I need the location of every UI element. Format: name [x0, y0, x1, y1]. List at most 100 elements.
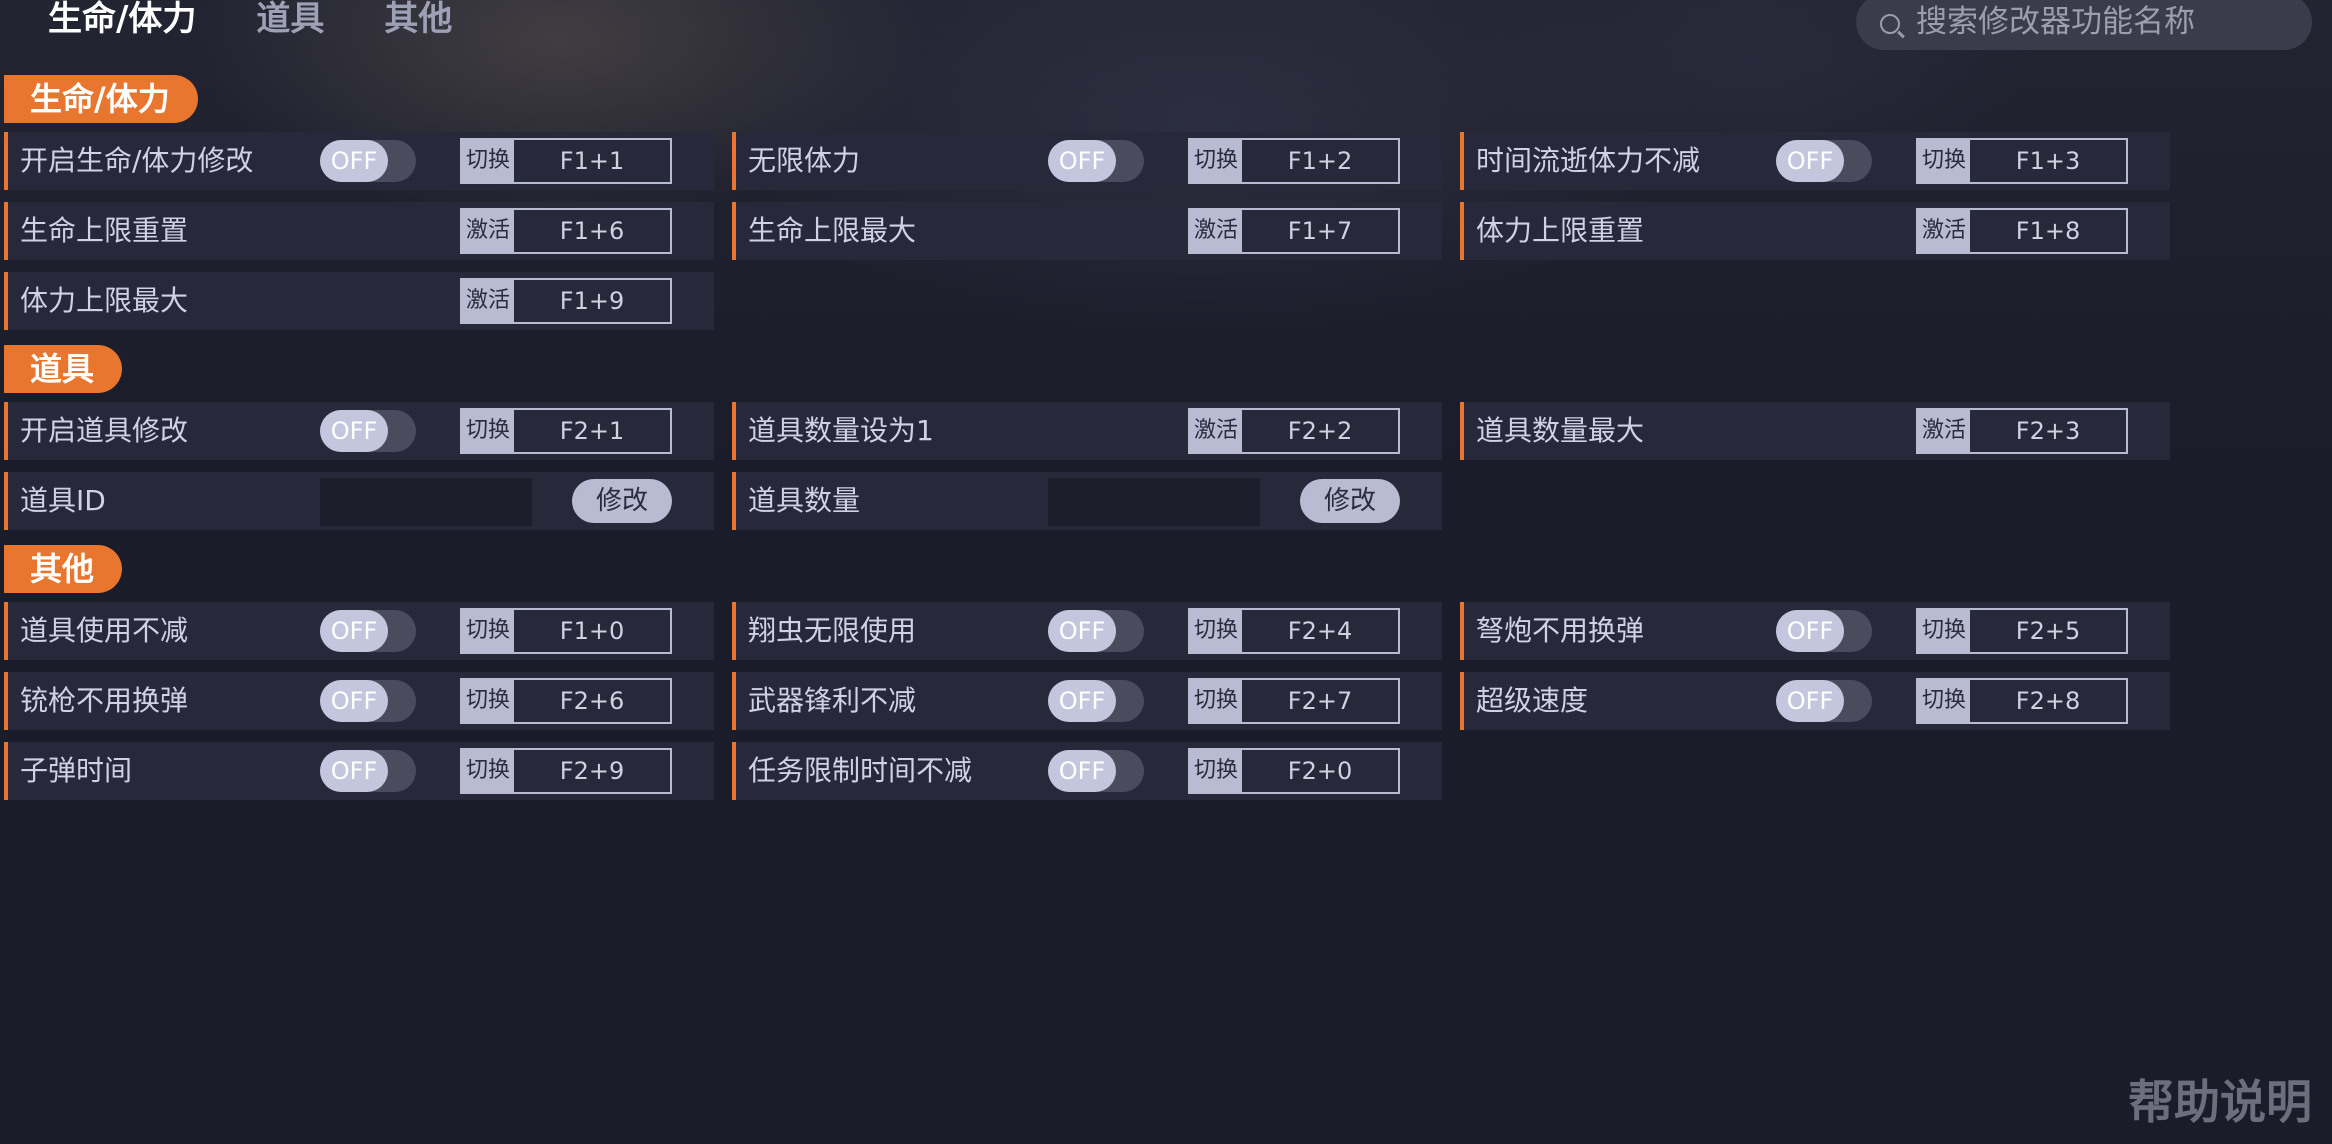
help-link[interactable]: 帮助说明	[2128, 1066, 2312, 1132]
cheat-label: 生命上限重置	[20, 214, 189, 247]
hotkey-activate-button[interactable]: 激活 F1+8	[1916, 208, 2128, 254]
value-input-box	[1048, 478, 1264, 528]
cheat-label: 生命上限最大	[748, 214, 917, 247]
hotkey-action-label: 切换	[462, 680, 514, 722]
cheat-row: 开启生命/体力修改 OFF 切换 F1+1	[4, 132, 714, 190]
hotkey-key-label: F1+9	[559, 287, 625, 315]
hotkey-activate-button[interactable]: 激活 F2+3	[1916, 408, 2128, 454]
modify-button[interactable]: 修改	[572, 479, 672, 523]
hotkey-action-label: 切换	[462, 750, 514, 792]
hotkey-switch-button[interactable]: 切换 F2+4	[1188, 608, 1400, 654]
hotkey-action-label: 切换	[1918, 680, 1970, 722]
hotkey-activate-button[interactable]: 激活 F1+7	[1188, 208, 1400, 254]
cheat-label: 子弹时间	[20, 754, 133, 787]
value-input-box	[320, 478, 536, 528]
hotkey-key-label: F2+6	[559, 687, 625, 715]
section-title-other: 其他	[4, 545, 123, 593]
toggle-switch[interactable]: OFF	[320, 410, 416, 452]
hotkey-action-label: 激活	[1918, 210, 1970, 252]
cheat-label: 开启道具修改	[20, 414, 189, 447]
hotkey-key-label: F1+0	[559, 617, 625, 645]
cheat-label: 体力上限重置	[1476, 214, 1645, 247]
value-input[interactable]	[320, 478, 536, 528]
cheat-row: 弩炮不用换弹 OFF 切换 F2+5	[1460, 602, 2170, 660]
hotkey-key-label: F1+7	[1287, 217, 1353, 245]
cheat-label: 道具数量设为1	[748, 414, 934, 447]
search-box[interactable]	[1856, 0, 2312, 50]
cheat-row: 超级速度 OFF 切换 F2+8	[1460, 672, 2170, 730]
cheat-row: 道具数量最大 激活 F2+3	[1460, 402, 2170, 460]
hotkey-key-label: F1+3	[2015, 147, 2081, 175]
cheat-label: 弩炮不用换弹	[1476, 614, 1645, 647]
hotkey-action-label: 激活	[1190, 210, 1242, 252]
toggle-state-text: OFF	[1048, 750, 1116, 792]
cheat-row: 生命上限最大 激活 F1+7	[732, 202, 1442, 260]
hotkey-key-label: F2+3	[2015, 417, 2081, 445]
search-input[interactable]	[1914, 3, 2278, 41]
hotkey-key-label: F2+5	[2015, 617, 2081, 645]
hotkey-key-label: F2+9	[559, 757, 625, 785]
hotkey-action-label: 激活	[1918, 410, 1970, 452]
hotkey-action-label: 切换	[462, 140, 514, 182]
hotkey-switch-button[interactable]: 切换 F2+6	[460, 678, 672, 724]
toggle-state-text: OFF	[320, 140, 388, 182]
cheat-label: 道具ID	[20, 484, 106, 517]
cheat-row: 时间流逝体力不减 OFF 切换 F1+3	[1460, 132, 2170, 190]
toggle-switch[interactable]: OFF	[320, 750, 416, 792]
cheat-row: 武器锋利不减 OFF 切换 F2+7	[732, 672, 1442, 730]
tab-life-stamina[interactable]: 生命/体力	[48, 0, 196, 42]
hotkey-action-label: 切换	[1918, 140, 1970, 182]
cheat-row: 无限体力 OFF 切换 F1+2	[732, 132, 1442, 190]
cheat-label: 无限体力	[748, 144, 861, 177]
hotkey-key-label: F2+4	[1287, 617, 1353, 645]
modify-button[interactable]: 修改	[1300, 479, 1400, 523]
cheat-label: 超级速度	[1476, 684, 1589, 717]
hotkey-action-label: 激活	[462, 210, 514, 252]
hotkey-action-label: 切换	[1190, 680, 1242, 722]
cheat-label: 武器锋利不减	[748, 684, 917, 717]
hotkey-switch-button[interactable]: 切换 F2+1	[460, 408, 672, 454]
hotkey-action-label: 激活	[1190, 410, 1242, 452]
hotkey-switch-button[interactable]: 切换 F2+9	[460, 748, 672, 794]
toggle-switch[interactable]: OFF	[1048, 680, 1144, 722]
toggle-state-text: OFF	[1776, 140, 1844, 182]
toggle-switch[interactable]: OFF	[1048, 610, 1144, 652]
cheat-label: 时间流逝体力不减	[1476, 144, 1701, 177]
toggle-switch[interactable]: OFF	[320, 680, 416, 722]
hotkey-switch-button[interactable]: 切换 F1+3	[1916, 138, 2128, 184]
toggle-state-text: OFF	[1048, 140, 1116, 182]
value-input[interactable]	[1048, 478, 1264, 528]
hotkey-switch-button[interactable]: 切换 F1+2	[1188, 138, 1400, 184]
hotkey-switch-button[interactable]: 切换 F2+5	[1916, 608, 2128, 654]
hotkey-action-label: 切换	[1918, 610, 1970, 652]
hotkey-action-label: 激活	[462, 280, 514, 322]
toggle-switch[interactable]: OFF	[1776, 140, 1872, 182]
hotkey-switch-button[interactable]: 切换 F1+1	[460, 138, 672, 184]
cheat-row: 任务限制时间不减 OFF 切换 F2+0	[732, 742, 1442, 800]
toggle-switch[interactable]: OFF	[320, 140, 416, 182]
tab-items[interactable]: 道具	[256, 0, 324, 42]
cheat-label: 铳枪不用换弹	[20, 684, 189, 717]
hotkey-switch-button[interactable]: 切换 F2+7	[1188, 678, 1400, 724]
tab-other[interactable]: 其他	[384, 0, 452, 42]
hotkey-action-label: 切换	[462, 410, 514, 452]
toggle-switch[interactable]: OFF	[1048, 750, 1144, 792]
top-tabs: 生命/体力 道具 其他	[48, 0, 452, 42]
cheat-row: 子弹时间 OFF 切换 F2+9	[4, 742, 714, 800]
toggle-switch[interactable]: OFF	[320, 610, 416, 652]
hotkey-switch-button[interactable]: 切换 F1+0	[460, 608, 672, 654]
toggle-switch[interactable]: OFF	[1776, 680, 1872, 722]
toggle-state-text: OFF	[1776, 680, 1844, 722]
cheat-row: 开启道具修改 OFF 切换 F2+1	[4, 402, 714, 460]
hotkey-switch-button[interactable]: 切换 F2+8	[1916, 678, 2128, 724]
hotkey-activate-button[interactable]: 激活 F2+2	[1188, 408, 1400, 454]
toggle-switch[interactable]: OFF	[1776, 610, 1872, 652]
hotkey-activate-button[interactable]: 激活 F1+6	[460, 208, 672, 254]
cheat-row: 铳枪不用换弹 OFF 切换 F2+6	[4, 672, 714, 730]
hotkey-switch-button[interactable]: 切换 F2+0	[1188, 748, 1400, 794]
toggle-state-text: OFF	[320, 410, 388, 452]
hotkey-activate-button[interactable]: 激活 F1+9	[460, 278, 672, 324]
hotkey-action-label: 切换	[1190, 750, 1242, 792]
toggle-switch[interactable]: OFF	[1048, 140, 1144, 182]
cheat-label: 任务限制时间不减	[748, 754, 973, 787]
